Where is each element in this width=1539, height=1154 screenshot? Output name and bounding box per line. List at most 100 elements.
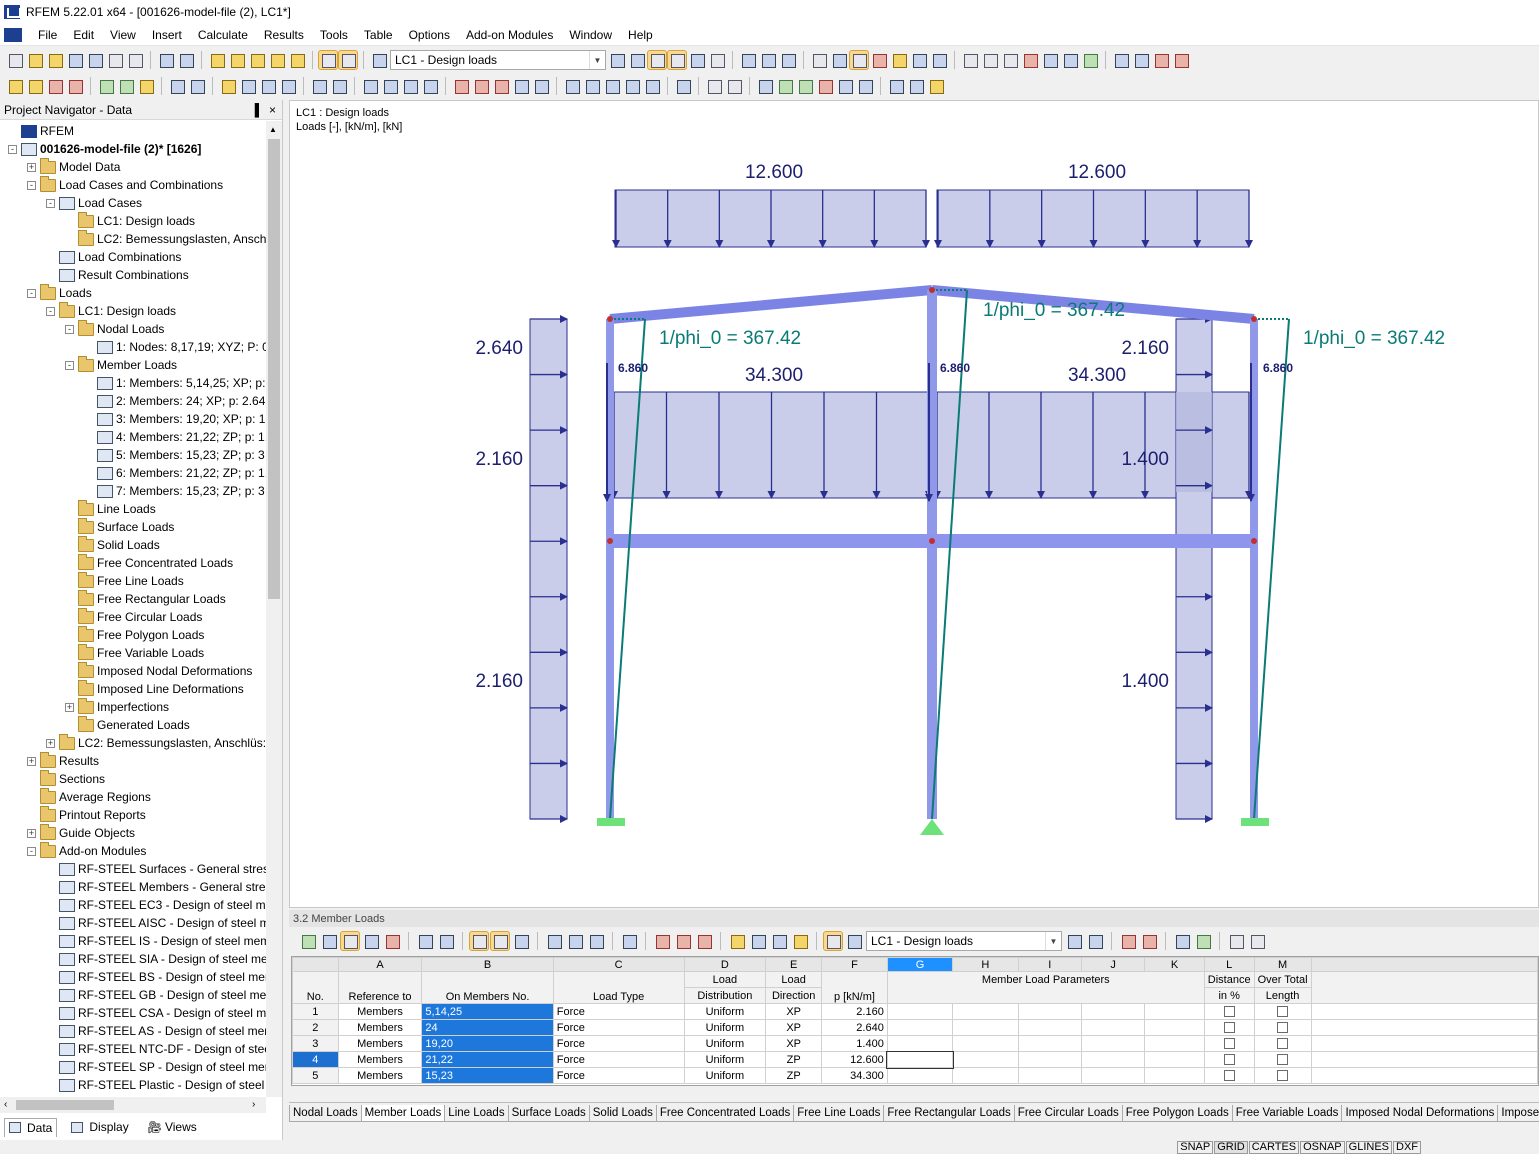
tree-item[interactable]: - 001626-model-file (2)* [1626]	[8, 140, 201, 158]
tree-item[interactable]: Free Concentrated Loads	[65, 553, 233, 572]
toolbar-button-icon[interactable]	[725, 77, 743, 95]
toolbar-button-icon[interactable]	[907, 77, 925, 95]
toolbar-button-icon[interactable]	[219, 77, 237, 95]
scroll-up-icon[interactable]: ▲	[269, 125, 277, 134]
scroll-right-icon[interactable]: ›	[252, 1099, 255, 1110]
tree-item[interactable]: + Imperfections	[65, 697, 169, 716]
toolbar-button-icon[interactable]	[421, 77, 439, 95]
cell-load-distribution[interactable]: Uniform	[683, 1067, 767, 1084]
cell-over-total-checkbox[interactable]	[1253, 1067, 1312, 1084]
toolbar-button-icon[interactable]	[259, 77, 277, 95]
tab-data[interactable]: Data	[4, 1117, 58, 1137]
toolbar-button-icon[interactable]	[623, 77, 641, 95]
tab-views[interactable]: 🎥︎ Views	[143, 1118, 201, 1136]
table-row[interactable]: 2 Members 24 Force Uniform XP 2.640	[292, 1019, 1538, 1036]
tree-item[interactable]: RF-STEEL GB - Design of steel mer	[46, 986, 266, 1004]
lateral-load-left[interactable]	[529, 315, 568, 823]
cell-param-g[interactable]	[886, 1067, 954, 1084]
cell-load-type[interactable]: Force	[552, 1067, 685, 1084]
toolbar-button-icon[interactable]	[239, 77, 257, 95]
cell-load-distribution[interactable]: Uniform	[683, 1019, 767, 1036]
menu-add-on-modules[interactable]: Add-on Modules	[458, 28, 561, 42]
toolbar-button-icon[interactable]	[248, 51, 266, 69]
navigator-vertical-scrollbar[interactable]: ▲	[266, 121, 282, 1097]
toolbar-button-icon[interactable]	[26, 51, 44, 69]
tab-free-line-loads[interactable]: Free Line Loads	[793, 1105, 885, 1122]
cell-load-value[interactable]: 2.640	[821, 1019, 888, 1036]
tree-item[interactable]: 7: Members: 15,23; ZP; p: 3	[84, 482, 265, 500]
toolbar-button-icon[interactable]	[856, 77, 874, 95]
cell-reference[interactable]: Members	[337, 1067, 423, 1084]
toolbar-button-icon[interactable]	[628, 51, 646, 69]
menu-view[interactable]: View	[102, 28, 144, 42]
toolbar-button-icon[interactable]	[268, 51, 286, 69]
toolbar-button-icon[interactable]	[887, 77, 905, 95]
toolbar-button-icon[interactable]	[653, 932, 671, 950]
toolbar-button-icon[interactable]	[1173, 932, 1191, 950]
cell-over-total-checkbox[interactable]	[1253, 1019, 1312, 1036]
tree-item[interactable]: Sections	[27, 769, 105, 788]
tab-member-loads[interactable]: Member Loads	[360, 1105, 446, 1122]
toolbar-button-icon[interactable]	[1119, 932, 1137, 950]
floor-load-left[interactable]	[610, 391, 933, 499]
toolbar-button-icon[interactable]	[512, 932, 530, 950]
toolbar-button-icon[interactable]	[370, 51, 388, 69]
toolbar-button-icon[interactable]	[6, 77, 24, 95]
tree-item[interactable]: Free Circular Loads	[65, 607, 202, 626]
chevron-down-icon[interactable]: ▼	[1045, 932, 1061, 950]
status-snap[interactable]: SNAP	[1177, 1140, 1214, 1154]
tree-item[interactable]: - Loads	[27, 283, 92, 302]
tab-line-loads[interactable]: Line Loads	[444, 1105, 509, 1122]
tree-item[interactable]: + LC2: Bemessungslasten, Anschlüs:	[46, 733, 266, 752]
cell-members[interactable]: 5,14,25	[421, 1003, 554, 1020]
checkbox[interactable]	[1277, 1006, 1289, 1018]
cell-param[interactable]	[1080, 1035, 1146, 1052]
cell-reference[interactable]: Members	[337, 1003, 423, 1020]
tree-item[interactable]: Printout Reports	[27, 805, 146, 824]
menu-edit[interactable]: Edit	[65, 28, 102, 42]
tree-item[interactable]: - Load Cases and Combinations	[27, 175, 223, 194]
col-M[interactable]: M	[1253, 957, 1312, 972]
toolbar-button-icon[interactable]	[472, 77, 490, 95]
tree-item[interactable]: Free Variable Loads	[65, 643, 204, 662]
toolbar-button-icon[interactable]	[545, 932, 563, 950]
graphics-window[interactable]: LC1 : Design loads Loads [-], [kN/m], [k…	[289, 100, 1539, 908]
toolbar-button-icon[interactable]	[823, 931, 843, 951]
tree-item[interactable]: RF-STEEL AS - Design of steel men	[46, 1022, 266, 1040]
collapse-icon[interactable]: -	[27, 180, 36, 190]
menu-help[interactable]: Help	[620, 28, 661, 42]
menu-calculate[interactable]: Calculate	[190, 28, 256, 42]
tree-item[interactable]: RF-STEEL NTC-DF - Design of stee	[46, 1040, 266, 1058]
cell-param[interactable]	[1080, 1019, 1146, 1036]
toolbar-button-icon[interactable]	[816, 77, 834, 95]
tree-item[interactable]: - Load Cases	[46, 194, 142, 212]
toolbar-button-icon[interactable]	[338, 50, 358, 70]
toolbar-button-icon[interactable]	[279, 77, 297, 95]
cell-param[interactable]	[1017, 1019, 1082, 1036]
cell-members[interactable]: 15,23	[421, 1067, 554, 1084]
col-B[interactable]: B	[421, 957, 554, 972]
tree-item[interactable]: 3: Members: 19,20; XP; p: 1	[84, 410, 265, 428]
collapse-icon[interactable]: -	[27, 288, 36, 298]
menu-options[interactable]: Options	[401, 28, 458, 42]
toolbar-button-icon[interactable]	[1227, 932, 1245, 950]
toolbar-button-icon[interactable]	[532, 77, 550, 95]
checkbox[interactable]	[1223, 1070, 1235, 1082]
cell-load-value[interactable]: 12.600	[821, 1051, 888, 1068]
cell-param-g[interactable]	[886, 1003, 954, 1020]
toolbar-button-icon[interactable]	[647, 50, 667, 70]
tree-item[interactable]: RF-STEEL EC3 - Design of steel me	[46, 896, 266, 914]
toolbar-button-icon[interactable]	[667, 50, 687, 70]
status-glines[interactable]: GLINES	[1345, 1140, 1392, 1154]
cell-param[interactable]	[952, 1003, 1019, 1020]
toolbar-button-icon[interactable]	[1065, 932, 1083, 950]
tab-imposed-line-deform[interactable]: Imposed Line Deform	[1497, 1105, 1539, 1122]
cell-load-value[interactable]: 34.300	[821, 1067, 888, 1084]
toolbar-button-icon[interactable]	[188, 77, 206, 95]
collapse-icon[interactable]: -	[65, 360, 74, 370]
cell-load-direction[interactable]: XP	[765, 1003, 823, 1020]
cell-param-g[interactable]	[886, 1050, 954, 1069]
tab-free-polygon-loads[interactable]: Free Polygon Loads	[1121, 1105, 1233, 1122]
tab-nodal-loads[interactable]: Nodal Loads	[289, 1105, 362, 1122]
checkbox[interactable]	[1277, 1038, 1289, 1050]
